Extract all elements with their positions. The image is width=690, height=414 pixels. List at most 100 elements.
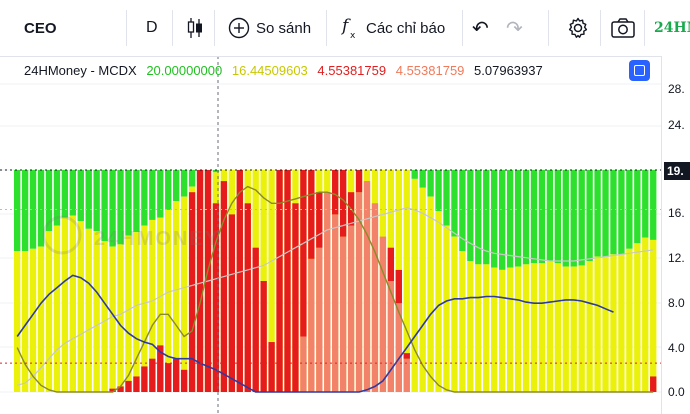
function-icon: fx (340, 16, 356, 40)
green-bar (451, 170, 458, 237)
symbol-label: CEO (24, 19, 57, 37)
yellow-bar (522, 264, 530, 392)
yellow-bar (77, 221, 84, 392)
settings-button[interactable] (566, 0, 590, 56)
indicators-label: Các chỉ báo (366, 19, 446, 37)
salmon-bar (300, 336, 307, 392)
yellow-bar (61, 217, 69, 392)
green-bar (570, 170, 577, 267)
green-bar (14, 170, 21, 252)
green-bar (180, 170, 188, 197)
green-bar (506, 170, 514, 268)
yellow-bar (459, 251, 466, 392)
green-bar (610, 170, 617, 255)
yellow-bar (133, 232, 140, 392)
green-bar (411, 170, 418, 179)
legend-title: 24HMoney - MCDX (24, 63, 137, 78)
green-bar (188, 170, 196, 187)
red-bar (244, 203, 251, 392)
green-bar (530, 170, 538, 264)
price-tick: 4.0 (668, 341, 685, 355)
indicator-legend: 24HMoney - MCDX 20.00000000 16.44509603 … (24, 63, 549, 78)
red-bar (308, 170, 315, 259)
yellow-bar (93, 231, 100, 392)
yellow-bar (618, 254, 625, 392)
yellow-bar (554, 263, 561, 392)
price-tick: 16. (668, 206, 685, 220)
compare-button[interactable]: So sánh (228, 0, 311, 56)
green-bar (21, 170, 29, 252)
green-bar (594, 170, 601, 257)
yellow-bar (475, 264, 482, 392)
green-bar (435, 170, 442, 212)
salmon-bar (316, 247, 323, 392)
yellow-bar (626, 248, 633, 392)
green-bar (634, 170, 641, 244)
green-bar (554, 170, 561, 264)
yellow-bar (610, 254, 617, 392)
yellow-bar (514, 266, 522, 392)
yellow-bar (29, 248, 37, 392)
red-bar (125, 380, 132, 392)
yellow-bar (69, 215, 77, 392)
salmon-bar (403, 358, 410, 392)
red-bar (300, 170, 307, 337)
red-bar (141, 366, 148, 392)
red-bar (149, 358, 156, 392)
yellow-bar (491, 267, 498, 392)
yellow-bar (642, 237, 649, 392)
indicators-button[interactable]: fx Các chỉ báo (340, 0, 445, 56)
salmon-bar (332, 214, 339, 392)
snapshot-button[interactable] (610, 0, 636, 56)
price-axis[interactable]: 28. 24. 16. 12. 8.0 4.0 0.0 (661, 56, 690, 414)
green-bar (514, 170, 522, 267)
green-bar (141, 170, 148, 226)
toolbar-divider (600, 10, 601, 46)
legend-value: 5.07963937 (474, 63, 543, 78)
legend-value: 16.44509603 (231, 63, 308, 78)
toolbar-divider (172, 10, 173, 46)
red-bar (316, 192, 323, 248)
yellow-bar (101, 241, 108, 392)
red-bar (387, 247, 395, 281)
green-bar (642, 170, 649, 238)
yellow-bar (467, 261, 474, 392)
legend-settings-button[interactable] (629, 60, 650, 81)
chart-type-button[interactable] (186, 0, 204, 56)
yellow-bar (586, 261, 593, 392)
green-bar (93, 170, 100, 232)
yellow-bar (650, 239, 657, 392)
green-bar (157, 170, 164, 218)
price-tick: 24. (668, 118, 685, 132)
brand-logo[interactable]: 24HM (654, 0, 690, 56)
redo-button[interactable]: ↷ (506, 0, 523, 56)
green-bar (578, 170, 585, 266)
legend-value: 20.00000000 (146, 63, 223, 78)
toolbar-divider (548, 10, 549, 46)
interval-label: D (146, 19, 158, 36)
green-bar (586, 170, 593, 262)
green-bar (602, 170, 609, 257)
gear-icon (568, 17, 588, 38)
legend-value: 4.55381759 (395, 63, 465, 78)
undo-button[interactable]: ↶ (472, 0, 489, 56)
price-tick: 12. (668, 251, 685, 265)
yellow-bar (117, 244, 124, 392)
salmon-bar (308, 258, 315, 392)
compare-label: So sánh (256, 19, 312, 37)
red-bar (355, 170, 363, 193)
price-tick: 28. (668, 82, 685, 96)
price-tick: 8.0 (668, 296, 685, 310)
green-bar (522, 170, 530, 265)
green-bar (618, 170, 625, 255)
red-bar (165, 363, 172, 392)
brand-label: 24HM (654, 20, 690, 36)
red-bar (180, 369, 188, 392)
interval-button[interactable]: D (146, 0, 158, 56)
red-bar (650, 376, 657, 392)
salmon-bar (324, 192, 331, 392)
red-bar (395, 269, 402, 304)
green-bar (546, 170, 554, 262)
yellow-bar (538, 263, 546, 392)
symbol-search[interactable]: CEO (24, 0, 57, 56)
